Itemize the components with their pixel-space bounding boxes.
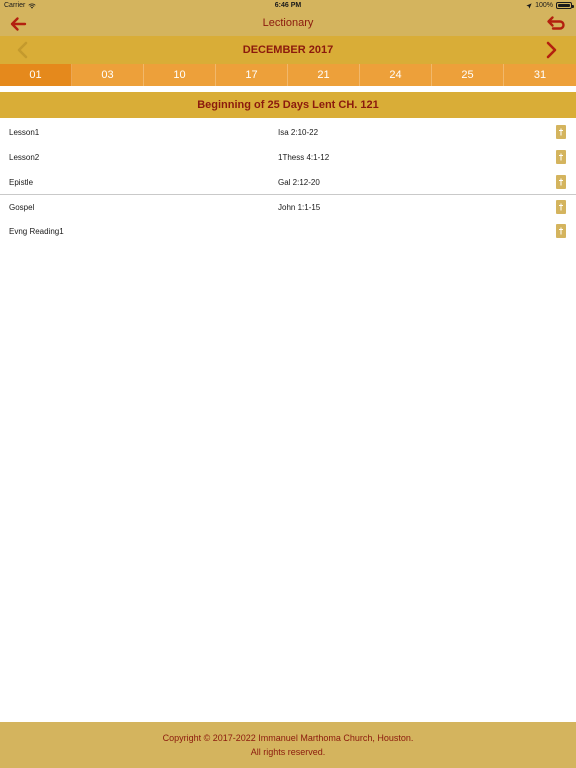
reading-reference: John 1:1-15 bbox=[278, 203, 321, 213]
copyright-text: Copyright © 2017-2022 Immanuel Marthoma … bbox=[162, 733, 414, 743]
footer: Copyright © 2017-2022 Immanuel Marthoma … bbox=[0, 722, 576, 768]
cross-icon bbox=[559, 153, 563, 161]
location-arrow-icon bbox=[526, 2, 532, 9]
chevron-right-icon[interactable] bbox=[542, 41, 560, 59]
nav-bar: Lectionary bbox=[0, 12, 576, 36]
reading-reference: 1Thess 4:1-12 bbox=[278, 152, 330, 162]
page-title: Lectionary bbox=[262, 17, 314, 29]
bible-button[interactable] bbox=[556, 224, 566, 239]
list-item[interactable]: Evng Reading1 bbox=[0, 219, 576, 244]
reading-label: Lesson2 bbox=[9, 152, 40, 162]
reading-label: Evng Reading1 bbox=[9, 227, 64, 237]
battery-percent: 100% bbox=[535, 2, 553, 9]
day-tab[interactable]: 03 bbox=[72, 64, 144, 86]
month-title: DECEMBER 2017 bbox=[242, 44, 334, 56]
undo-arrow-icon[interactable] bbox=[546, 15, 566, 33]
cross-icon bbox=[559, 227, 563, 235]
reading-label: Epistle bbox=[9, 177, 34, 187]
reading-reference: Gal 2:12-20 bbox=[278, 177, 320, 187]
cross-icon bbox=[559, 203, 563, 211]
battery-icon bbox=[556, 2, 574, 9]
status-time: 6:46 PM bbox=[274, 2, 302, 9]
day-tab[interactable]: 31 bbox=[504, 64, 576, 86]
day-tab[interactable]: 10 bbox=[144, 64, 216, 86]
list-item[interactable]: Lesson1 Isa 2:10-22 bbox=[0, 120, 576, 145]
cross-icon bbox=[559, 178, 563, 186]
list-item[interactable]: Epistle Gal 2:12-20 bbox=[0, 170, 576, 195]
bible-button[interactable] bbox=[556, 125, 566, 139]
cross-icon bbox=[559, 128, 563, 136]
bible-button[interactable] bbox=[556, 200, 566, 215]
list-item[interactable]: Gospel John 1:1-15 bbox=[0, 194, 576, 219]
reading-label: Lesson1 bbox=[9, 128, 40, 137]
day-tab[interactable]: 01 bbox=[0, 64, 72, 86]
list-item[interactable]: Lesson2 1Thess 4:1-12 bbox=[0, 145, 576, 170]
day-heading: Beginning of 25 Days Lent CH. 121 bbox=[0, 92, 576, 118]
day-tabs: 01 03 10 17 21 24 25 31 bbox=[0, 64, 576, 86]
status-right: 100% bbox=[526, 2, 574, 9]
reading-reference: Isa 2:10-22 bbox=[278, 128, 319, 137]
day-tab[interactable]: 17 bbox=[216, 64, 288, 86]
rights-text: All rights reserved. bbox=[250, 747, 326, 757]
bible-button[interactable] bbox=[556, 174, 566, 189]
status-bar: Carrier 6:46 PM 100% bbox=[0, 0, 576, 12]
day-tab[interactable]: 21 bbox=[288, 64, 360, 86]
readings-list: Lesson1 Isa 2:10-22 Lesson2 1Thess 4:1-1… bbox=[0, 120, 576, 244]
month-bar: DECEMBER 2017 bbox=[0, 36, 576, 64]
reading-label: Gospel bbox=[9, 203, 35, 213]
bible-button[interactable] bbox=[556, 149, 566, 164]
day-tab[interactable]: 25 bbox=[432, 64, 504, 86]
day-tab[interactable]: 24 bbox=[360, 64, 432, 86]
